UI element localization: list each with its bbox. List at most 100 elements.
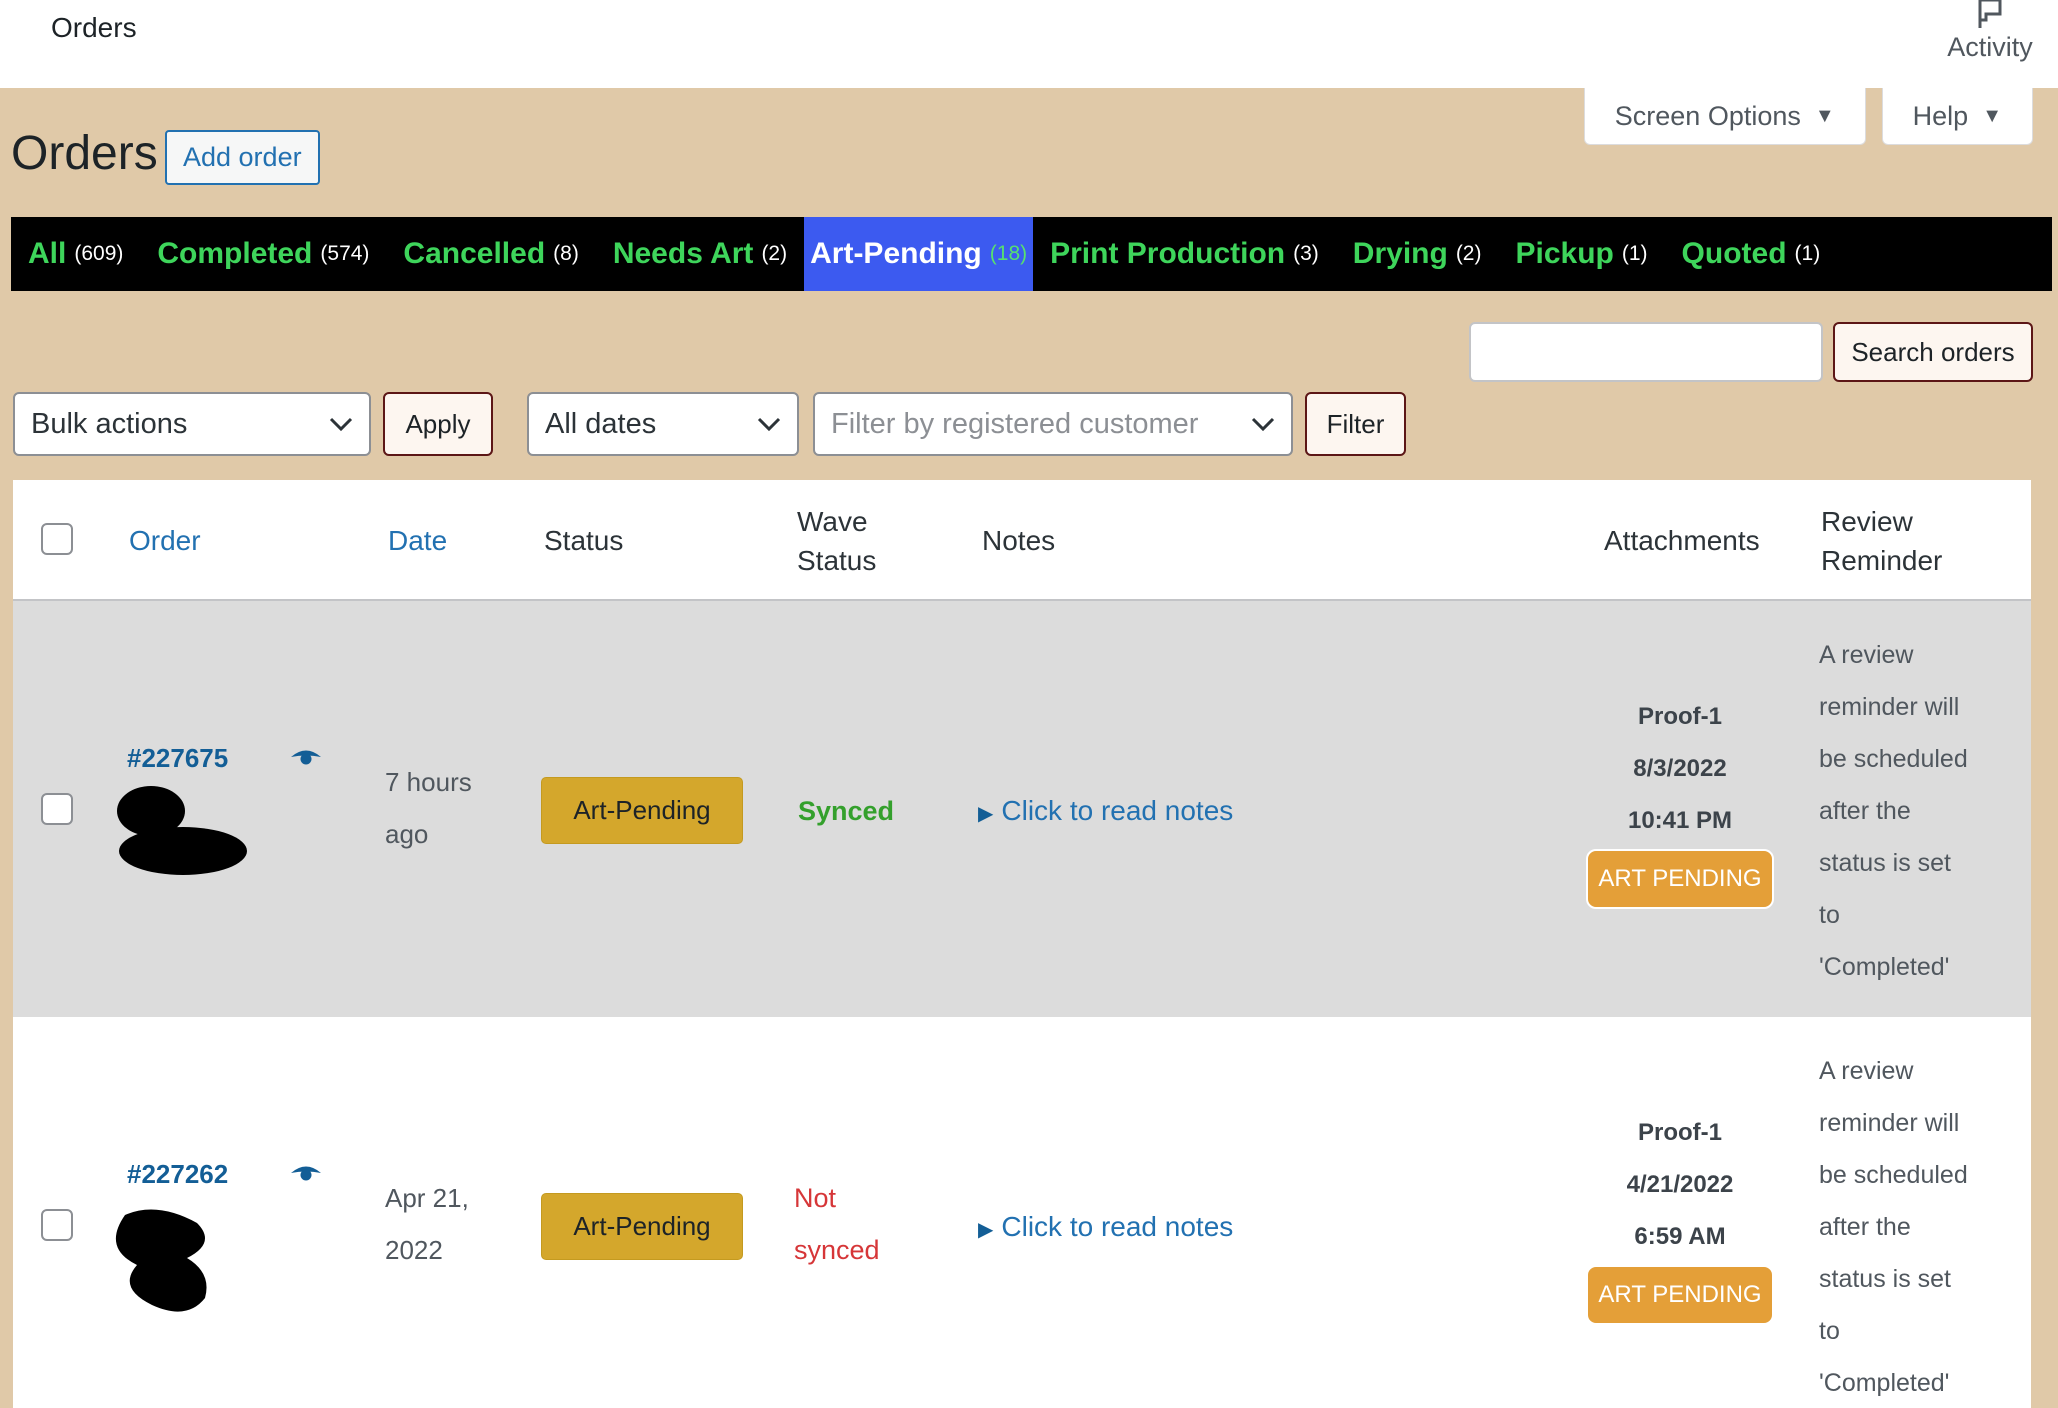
bulk-actions-select[interactable]: Bulk actions xyxy=(13,392,371,456)
attachment-name: Proof-1 xyxy=(1638,703,1722,730)
row-checkbox[interactable] xyxy=(41,793,73,825)
review-line: reminder will xyxy=(1819,693,1960,721)
tab-drying[interactable]: Drying (2) xyxy=(1336,217,1499,291)
tab-label: Drying xyxy=(1352,237,1448,270)
column-review-line1: Review xyxy=(1821,506,1913,537)
notes-toggle[interactable]: ▶ Click to read notes xyxy=(978,795,1233,827)
help-button[interactable]: Help ▼ xyxy=(1881,88,2033,145)
row-checkbox[interactable] xyxy=(41,1209,73,1241)
attachment: Proof-1 4/21/2022 6:59 AM ART PENDING xyxy=(1580,1107,1780,1325)
review-line: be scheduled xyxy=(1819,1161,1968,1189)
caret-down-icon: ▼ xyxy=(1982,104,2002,127)
date-filter-select[interactable]: All dates xyxy=(527,392,799,456)
review-line: status is set xyxy=(1819,1265,1951,1293)
tab-completed[interactable]: Completed (574) xyxy=(140,217,386,291)
bulk-actions-value: Bulk actions xyxy=(31,407,188,440)
tab-label: Art-Pending xyxy=(810,237,982,270)
eye-icon[interactable] xyxy=(289,747,323,767)
tab-label: Completed xyxy=(157,237,313,270)
order-date-line1: 7 hours xyxy=(385,767,472,797)
notes-label: Click to read notes xyxy=(1001,1211,1234,1242)
tab-count: (2) xyxy=(1455,242,1482,265)
tab-quoted[interactable]: Quoted (1) xyxy=(1665,217,1838,291)
select-all-checkbox[interactable] xyxy=(41,523,73,555)
page-title: Orders xyxy=(11,127,158,180)
tab-label: Cancelled xyxy=(403,237,546,270)
tab-cancelled[interactable]: Cancelled (8) xyxy=(386,217,595,291)
attachment-time: 10:41 PM xyxy=(1627,807,1733,834)
customer-filter-placeholder: Filter by registered customer xyxy=(831,407,1199,440)
attachment-date: 4/21/2022 xyxy=(1626,1171,1734,1198)
column-attachments: Attachments xyxy=(1604,525,1760,556)
orders-table: Order Date Status Wave Status Notes Atta… xyxy=(13,480,2031,1408)
caret-down-icon: ▼ xyxy=(1814,104,1835,127)
attachment-time: 6:59 AM xyxy=(1634,1223,1726,1250)
tab-label: Print Production xyxy=(1050,237,1286,270)
tab-count: (1) xyxy=(1794,242,1821,265)
tab-count: (8) xyxy=(553,242,579,265)
column-date[interactable]: Date xyxy=(388,521,447,560)
activity-label: Activity xyxy=(1947,32,2033,62)
notes-toggle[interactable]: ▶ Click to read notes xyxy=(978,1211,1233,1243)
order-date: Apr 21, 2022 xyxy=(385,1172,469,1276)
flag-icon xyxy=(1978,0,2002,28)
filter-button[interactable]: Filter xyxy=(1305,392,1406,456)
tab-label: Quoted xyxy=(1681,237,1787,270)
review-line: status is set xyxy=(1819,849,1951,877)
table-row: #227675 7 hours ago Art-Pending Synced ▶… xyxy=(13,601,2031,1017)
review-reminder-text: A review reminder will be scheduled afte… xyxy=(1819,1045,1989,1408)
status-pill[interactable]: Art-Pending xyxy=(541,1193,743,1260)
order-date-line1: Apr 21, xyxy=(385,1183,469,1213)
review-line: after the xyxy=(1819,797,1911,825)
add-order-button[interactable]: Add order xyxy=(165,130,320,185)
chevron-down-icon xyxy=(757,417,781,432)
review-line: be scheduled xyxy=(1819,745,1968,773)
order-status-tabs: All (609) Completed (574) Cancelled (8) Nee… xyxy=(11,217,2052,291)
chevron-down-icon xyxy=(1251,417,1275,432)
tab-print-production[interactable]: Print Production (3) xyxy=(1033,217,1336,291)
wave-status: Not synced xyxy=(794,1172,880,1276)
breadcrumb: Orders xyxy=(51,12,137,43)
tab-count: (574) xyxy=(320,242,370,265)
tab-count: (18) xyxy=(989,242,1028,265)
column-notes: Notes xyxy=(982,525,1056,556)
status-pill[interactable]: Art-Pending xyxy=(541,777,743,844)
tab-count: (3) xyxy=(1293,242,1319,265)
column-wave-line2: Status xyxy=(797,545,877,576)
order-link[interactable]: #227675 xyxy=(127,743,228,774)
tab-all[interactable]: All (609) xyxy=(11,217,140,291)
eye-icon[interactable] xyxy=(289,1163,323,1183)
tab-pickup[interactable]: Pickup (1) xyxy=(1498,217,1664,291)
tab-art-pending[interactable]: Art-Pending (18) xyxy=(804,217,1034,291)
column-status: Status xyxy=(544,525,624,556)
tab-needs-art[interactable]: Needs Art (2) xyxy=(596,217,804,291)
table-header: Order Date Status Wave Status Notes Atta… xyxy=(13,480,2031,601)
tab-count: (2) xyxy=(761,242,788,265)
triangle-right-icon: ▶ xyxy=(978,803,994,825)
help-label: Help xyxy=(1912,100,1969,131)
attachment-status-badge[interactable]: ART PENDING xyxy=(1586,849,1774,909)
notes-label: Click to read notes xyxy=(1001,795,1234,826)
review-line: A review xyxy=(1819,641,1914,669)
review-line: reminder will xyxy=(1819,1109,1960,1137)
wave-status-line1: Not xyxy=(794,1183,837,1213)
order-date-line2: ago xyxy=(385,819,429,849)
column-review-reminder: Review Reminder xyxy=(1821,502,1942,580)
admin-header: Orders Activity xyxy=(0,0,2058,88)
apply-button[interactable]: Apply xyxy=(383,392,493,456)
screen-options-button[interactable]: Screen Options ▼ xyxy=(1583,88,1866,145)
tab-count: (609) xyxy=(74,242,124,265)
redacted-mark xyxy=(117,786,247,875)
activity-button[interactable]: Activity xyxy=(1930,0,2050,88)
search-orders-input[interactable] xyxy=(1469,322,1823,382)
attachment-status-badge[interactable]: ART PENDING xyxy=(1586,1265,1774,1325)
order-date-line2: 2022 xyxy=(385,1235,443,1265)
review-reminder-text: A review reminder will be scheduled afte… xyxy=(1819,629,1989,993)
order-link[interactable]: #227262 xyxy=(127,1159,228,1190)
search-orders-button[interactable]: Search orders xyxy=(1833,322,2033,382)
customer-filter-select[interactable]: Filter by registered customer xyxy=(813,392,1293,456)
column-order[interactable]: Order xyxy=(129,521,201,560)
triangle-right-icon: ▶ xyxy=(978,1219,994,1241)
wave-status-line2: synced xyxy=(794,1235,880,1265)
attachment-name: Proof-1 xyxy=(1638,1119,1722,1146)
